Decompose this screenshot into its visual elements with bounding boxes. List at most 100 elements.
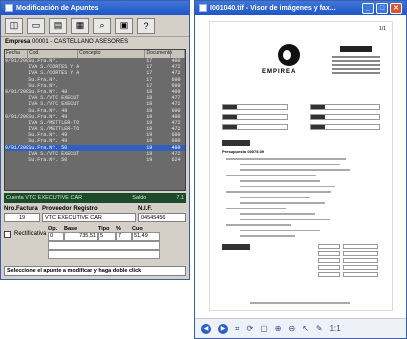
factura-form: Nro.Factura Proveedor Registro N.I.F. 19… — [1, 203, 189, 262]
saldo-value: 7.1 — [176, 195, 184, 201]
grid-body: 9/01/2006Su.Fra.Nº.17400IVA S./CORTES Y … — [5, 58, 185, 163]
doc-text-line — [240, 196, 310, 198]
line-empty-row[interactable] — [48, 241, 160, 250]
viewer-title-bar[interactable]: I001040.tif - Visor de imágenes y fax...… — [195, 1, 406, 15]
viewer-app-icon — [199, 4, 207, 12]
proveedor-field[interactable]: VTC EXECUTIVE CAR — [42, 213, 136, 222]
viewer-window-title: I001040.tif - Visor de imágenes y fax... — [210, 4, 336, 12]
minimize-button[interactable]: _ — [362, 2, 374, 14]
line-pct[interactable]: 7 — [116, 232, 132, 241]
doc-section-header — [222, 140, 250, 146]
doc-text-line — [240, 169, 350, 171]
col-importe[interactable] — [171, 50, 185, 58]
nro-factura-field[interactable]: 19 — [4, 213, 40, 222]
delete-icon[interactable]: ▤ — [49, 17, 67, 34]
empresa-value: 00001 - CASTELLANO ASESORES — [32, 39, 129, 45]
title-bar[interactable]: Modificación de Apuntes — [1, 1, 189, 15]
line-tipo[interactable]: 5 — [98, 232, 116, 241]
line-empty-row[interactable] — [48, 250, 160, 259]
app-icon — [5, 4, 13, 12]
col-concepto[interactable]: Concepto — [78, 50, 146, 58]
nif-label: N.I.F. — [138, 206, 153, 212]
calendar-icon[interactable]: ▣ — [115, 17, 133, 34]
doc-text-line — [226, 224, 291, 226]
search-icon[interactable]: ⌕ — [93, 17, 111, 34]
rotate-icon[interactable]: ⟳ — [247, 324, 254, 333]
doc-notes-header — [222, 244, 250, 250]
doc-text-line — [240, 213, 315, 215]
doc-field — [310, 114, 380, 120]
window-title: Modificación de Apuntes — [16, 4, 99, 12]
cuenta-label: Cuenta VTC EXECUTIVE CAR — [6, 195, 83, 201]
previous-page-icon[interactable]: ◀ — [201, 323, 211, 334]
line-cuota[interactable]: 51,49 — [132, 232, 160, 241]
line-base[interactable]: 735,51 — [64, 232, 98, 241]
line-op[interactable]: 0 — [48, 232, 64, 241]
col-fecha[interactable]: Fecha — [5, 50, 29, 58]
zoom-out-icon[interactable]: ⊖ — [288, 324, 295, 333]
doc-field — [222, 124, 288, 130]
cuenta-bar: Cuenta VTC EXECUTIVE CAR Saldo 7.1 — [4, 193, 186, 203]
doc-text-line — [240, 185, 335, 187]
empresa-row: Empresa 00001 - CASTELLANO ASESORES — [1, 37, 189, 49]
doc-field — [222, 104, 288, 110]
doc-header-block — [340, 46, 372, 52]
zoom-label[interactable]: 1:1 — [330, 324, 341, 333]
nif-field[interactable]: 04545456 — [138, 213, 186, 222]
doc-text-line — [240, 229, 320, 231]
open-icon[interactable]: ▭ — [27, 17, 45, 34]
fit-icon[interactable]: ▢ — [260, 324, 268, 333]
proveedor-label: Proveedor Registro — [42, 206, 98, 212]
saldo-label: Saldo — [132, 195, 147, 201]
doc-field — [310, 124, 380, 130]
document-page[interactable]: 1/1 EMPIREA Presupuesto 00075.09 — [209, 21, 393, 311]
doc-text-line — [226, 174, 316, 176]
lineas-area: Rectificativa Op. Base Tipo % Cuo 0 735,… — [4, 226, 186, 259]
doc-text-line — [240, 163, 340, 165]
doc-field — [310, 104, 380, 110]
rectificativa-label: Rectificativa — [14, 231, 47, 237]
annotate-icon[interactable]: ✎ — [316, 324, 323, 333]
doc-footer-line — [250, 302, 350, 304]
pointer-icon[interactable]: ↖ — [302, 324, 309, 333]
col-documento[interactable]: Documento — [145, 50, 172, 58]
table-cell: Su.Fra.Nº. 50 — [28, 157, 68, 163]
apuntes-grid[interactable]: Fecha Cod. Concepto Documento 9/01/2006S… — [4, 49, 186, 191]
table-cell — [5, 157, 28, 163]
doc-field — [222, 114, 288, 120]
help-icon[interactable]: ? — [137, 17, 155, 34]
doc-text-line — [240, 202, 325, 204]
print-icon[interactable]: ▦ — [71, 17, 89, 34]
doc-address-block — [332, 56, 380, 76]
maximize-button[interactable]: □ — [376, 2, 388, 14]
page-corner: 1/1 — [379, 26, 386, 32]
doc-section-title: Presupuesto 00075.09 — [222, 149, 265, 154]
grid-header: Fecha Cod. Concepto Documento — [5, 50, 185, 58]
next-page-icon[interactable]: ▶ — [218, 323, 228, 334]
table-cell: 19 — [146, 157, 153, 163]
doc-text-line — [226, 207, 286, 209]
image-viewer-window: I001040.tif - Visor de imágenes y fax...… — [194, 0, 407, 339]
viewer-toolbar: ◀ ▶ ⌗ ⟳ ▢ ⊕ ⊖ ↖ ✎ 1:1 — [195, 318, 406, 338]
doc-brand: EMPIREA — [262, 69, 297, 75]
zoom-in-icon[interactable]: ⊕ — [275, 324, 282, 333]
lineas-table[interactable]: Op. Base Tipo % Cuo 0 735,51 5 7 51,49 — [48, 226, 160, 259]
col-cod[interactable]: Cod. — [28, 50, 79, 58]
new-icon[interactable]: ◫ — [5, 17, 23, 34]
crop-icon[interactable]: ⌗ — [235, 324, 240, 334]
rectificativa-checkbox[interactable] — [4, 231, 11, 238]
doc-totals — [318, 244, 378, 279]
empresa-label: Empresa — [5, 39, 31, 45]
table-row[interactable]: Su.Fra.Nº. 50 19 624 — [5, 157, 185, 163]
doc-text-line — [240, 218, 330, 220]
doc-text-line — [226, 158, 346, 160]
doc-text-line — [240, 180, 320, 182]
apuntes-window: Modificación de Apuntes ◫ ▭ ▤ ▦ ⌕ ▣ ? Em… — [0, 0, 190, 280]
company-logo-icon — [278, 44, 300, 66]
doc-text-line — [226, 191, 331, 193]
table-cell: 624 — [171, 157, 181, 163]
doc-text-line — [240, 235, 295, 237]
table-cell — [79, 157, 147, 163]
status-bar: Seleccione el apunte a modificar y haga … — [4, 266, 186, 276]
close-button[interactable]: ✕ — [390, 2, 402, 14]
